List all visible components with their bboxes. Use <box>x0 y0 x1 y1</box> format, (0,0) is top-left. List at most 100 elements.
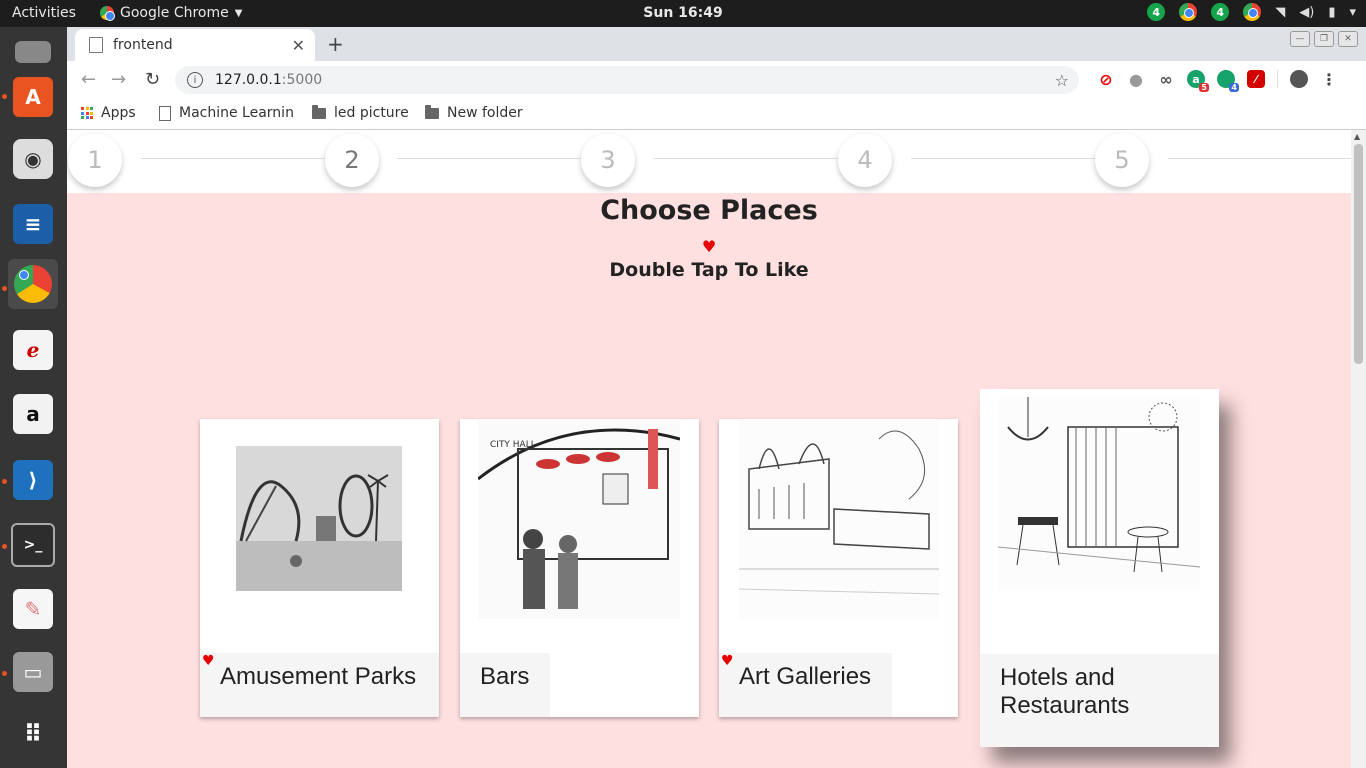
bookmark-new-folder[interactable]: New folder <box>425 104 523 121</box>
dock-item-chrome[interactable] <box>8 259 58 309</box>
browser-tab[interactable]: frontend ✕ <box>75 29 315 61</box>
flash-block-extension-icon[interactable]: ⊘ <box>1097 70 1115 89</box>
maximize-button[interactable]: ❐ <box>1314 31 1334 47</box>
tray-badge-icon[interactable]: 4 <box>1211 3 1230 21</box>
back-button[interactable]: ← <box>81 69 96 90</box>
extension-badge: 5 <box>1199 83 1209 92</box>
dock-item-evince[interactable]: ℯ <box>8 325 58 375</box>
extensions: ⊘ ● ∞ a5 4 ⁄ ⋮ <box>1097 70 1338 92</box>
bar-sketch: CITY HALL <box>478 419 680 619</box>
dock-item-text-editor[interactable]: ✎ <box>8 584 58 634</box>
window-controls: — ❐ ✕ <box>1290 31 1358 47</box>
forward-button[interactable]: → <box>111 69 126 90</box>
dock-item-vscode[interactable]: ⟩ <box>8 455 58 505</box>
page-icon <box>89 37 103 53</box>
system-tray: 4 4 ◥ ◀) ▮ ▾ <box>1147 3 1356 21</box>
show-applications-button[interactable]: ⠿ <box>8 709 58 759</box>
place-card-hotels-and-restaurants[interactable]: Hotels and Restaurants <box>980 389 1219 747</box>
app-menu[interactable]: Google Chrome ▼ <box>100 5 242 21</box>
dock-item-software[interactable]: A <box>8 72 58 122</box>
scanner-icon: ▭ <box>13 652 53 692</box>
step-connector <box>654 158 840 159</box>
battery-icon[interactable]: ▮ <box>1328 5 1335 20</box>
vertical-scrollbar[interactable]: ▲ <box>1351 130 1366 768</box>
close-tab-icon[interactable]: ✕ <box>292 36 305 55</box>
amusement-park-sketch <box>236 446 402 591</box>
software-center-icon: A <box>13 77 53 117</box>
dock-item-writer[interactable]: ≡ <box>8 199 58 249</box>
card-label-box: Bars <box>460 653 550 717</box>
folder-icon <box>425 104 439 119</box>
chat-extension-icon[interactable]: 4 <box>1217 70 1239 92</box>
place-card-amusement-parks[interactable]: Amusement Parks ♥ <box>200 419 439 717</box>
liked-heart-icon: ♥ <box>721 653 734 669</box>
clock[interactable]: Sun 16:49 <box>643 5 722 21</box>
card-label: Bars <box>480 663 530 690</box>
app-grid-icon: ⠿ <box>23 720 43 748</box>
dock-item-scanner[interactable]: ▭ <box>8 647 58 697</box>
menu-kebab-icon[interactable]: ⋮ <box>1320 70 1338 89</box>
card-label: Art Galleries <box>739 663 872 690</box>
bookmark-label: led picture <box>334 105 409 121</box>
restaurant-sketch <box>998 397 1200 591</box>
grammar-extension-icon[interactable]: a5 <box>1187 70 1209 92</box>
close-window-button[interactable]: ✕ <box>1338 31 1358 47</box>
extension-badge: 4 <box>1229 83 1239 92</box>
circle-extension-icon[interactable]: ● <box>1127 70 1145 89</box>
system-menu-icon[interactable]: ▾ <box>1349 5 1356 20</box>
step-2[interactable]: 2 <box>325 133 379 187</box>
running-indicator <box>2 286 7 291</box>
bookmark-label: New folder <box>447 105 523 121</box>
step-1[interactable]: 1 <box>68 133 122 187</box>
page-icon <box>159 105 171 121</box>
scroll-up-arrow-icon[interactable]: ▲ <box>1354 132 1360 141</box>
bookmark-apps[interactable]: Apps <box>81 105 136 121</box>
info-icon[interactable]: i <box>187 72 203 88</box>
scrollbar-thumb[interactable] <box>1354 144 1363 364</box>
step-4[interactable]: 4 <box>838 133 892 187</box>
running-indicator <box>2 544 7 549</box>
profile-avatar[interactable] <box>1290 70 1308 88</box>
browser-toolbar: ← → ↻ i 127.0.0.1 :5000 ☆ ⊘ ● ∞ a5 4 ⁄ ⋮ <box>67 61 1366 99</box>
card-label-box: Hotels and Restaurants <box>980 654 1219 747</box>
dock-item-terminal[interactable]: >_ <box>8 520 58 570</box>
liked-heart-icon: ♥ <box>202 653 215 669</box>
card-label: Amusement Parks <box>220 663 417 690</box>
url-host: 127.0.0.1 <box>215 72 282 88</box>
place-card-art-galleries[interactable]: Art Galleries ♥ <box>719 419 958 717</box>
pdf-extension-icon[interactable]: ⁄ <box>1247 70 1265 88</box>
minimize-button[interactable]: — <box>1290 31 1310 47</box>
drive-icon <box>15 41 51 63</box>
step-3[interactable]: 3 <box>581 133 635 187</box>
svg-text:CITY HALL: CITY HALL <box>490 440 536 450</box>
activities-button[interactable]: Activities <box>12 5 76 21</box>
bookmark-label: Apps <box>101 105 136 121</box>
bookmark-machine-learning[interactable]: Machine Learnin <box>159 105 294 121</box>
step-5[interactable]: 5 <box>1095 133 1149 187</box>
url-port: :5000 <box>281 72 323 88</box>
bookmark-star-icon[interactable]: ☆ <box>1055 71 1069 90</box>
card-label: Hotels and Restaurants <box>1000 664 1130 719</box>
new-tab-button[interactable]: + <box>327 32 344 56</box>
tab-title: frontend <box>113 37 173 53</box>
wifi-icon[interactable]: ◥ <box>1275 5 1285 20</box>
folder-icon <box>312 104 326 119</box>
chrome-tray-icon[interactable] <box>1179 3 1198 21</box>
dock-item-drive[interactable] <box>8 27 58 77</box>
amazon-icon: a <box>13 394 53 434</box>
place-card-bars[interactable]: CITY HALL Bars <box>460 419 699 717</box>
infinity-extension-icon[interactable]: ∞ <box>1157 70 1175 89</box>
bookmark-led-picture[interactable]: led picture <box>312 104 409 121</box>
dock-item-rhythmbox[interactable]: ◉ <box>8 134 58 184</box>
app-menu-label: Google Chrome <box>120 5 229 21</box>
running-indicator <box>2 94 7 99</box>
address-bar[interactable]: i 127.0.0.1 :5000 ☆ <box>175 66 1079 94</box>
dock-item-amazon[interactable]: a <box>8 389 58 439</box>
reload-button[interactable]: ↻ <box>145 69 160 90</box>
tray-badge-icon[interactable]: 4 <box>1147 3 1166 21</box>
volume-icon[interactable]: ◀) <box>1299 5 1314 20</box>
document-viewer-icon: ℯ <box>13 330 53 370</box>
step-connector <box>911 158 1097 159</box>
bookmarks-bar: Apps Machine Learnin led picture New fol… <box>67 99 1366 130</box>
chrome-tray-icon[interactable] <box>1243 3 1262 21</box>
